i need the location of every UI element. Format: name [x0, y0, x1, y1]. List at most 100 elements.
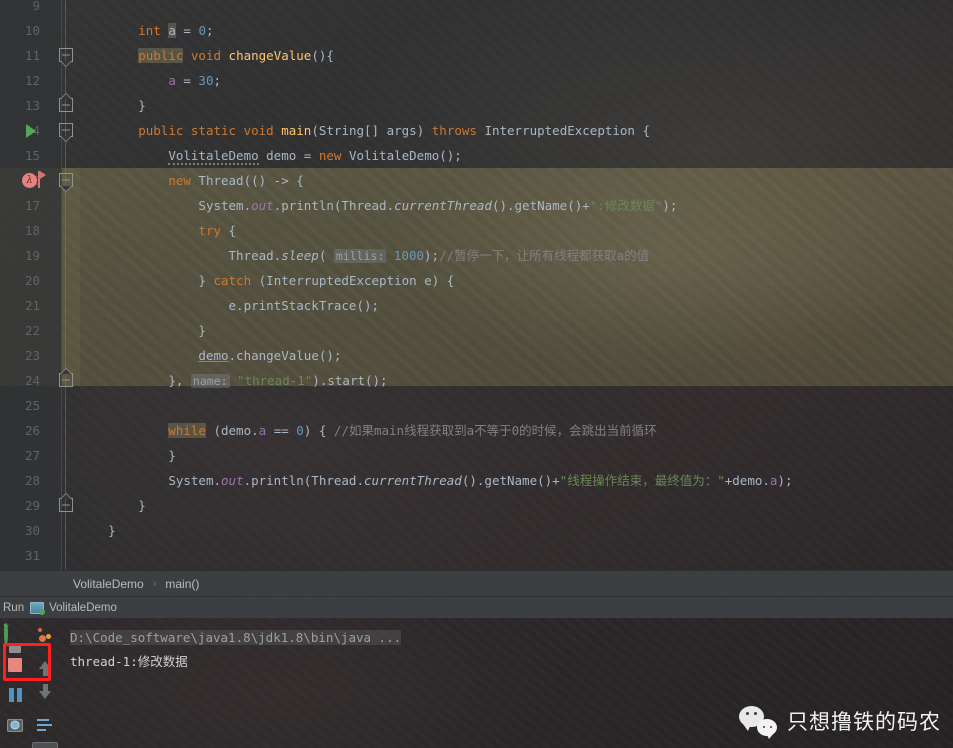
code-line[interactable]: 18 try { [0, 218, 953, 243]
code-text[interactable]: } [78, 93, 146, 118]
code-fold-marker[interactable] [59, 173, 73, 187]
code-line[interactable]: 26 while (demo.a == 0) { //如果main线程获取到a不… [0, 418, 953, 443]
code-token: (demo. [205, 423, 259, 438]
rerun-failed-tests-button[interactable] [30, 620, 60, 650]
code-line[interactable]: 22 } [0, 318, 953, 343]
run-configuration-name[interactable]: VolitaleDemo [49, 602, 117, 614]
code-line[interactable]: 29 } [0, 493, 953, 518]
code-text[interactable]: demo.changeValue(); [78, 343, 341, 368]
line-number: 13 [24, 98, 40, 113]
code-text[interactable]: } [78, 493, 146, 518]
code-line[interactable]: 25 [0, 393, 953, 418]
scroll-up-button[interactable] [30, 650, 60, 680]
code-editor[interactable]: 10 int a = 0; 11 public void changeValue(… [0, 0, 953, 570]
code-line[interactable]: 30 } [0, 518, 953, 543]
code-line[interactable]: 21 e.printStackTrace(); [0, 293, 953, 318]
code-text[interactable]: System.out.println(Thread.currentThread(… [78, 193, 677, 218]
breadcrumb-class[interactable]: VolitaleDemo [73, 577, 144, 591]
code-line[interactable]: 23 demo.changeValue(); [0, 343, 953, 368]
soft-wrap-icon [37, 718, 53, 732]
print-button[interactable] [32, 742, 58, 748]
code-line[interactable]: 17 System.out.println(Thread.currentThre… [0, 193, 953, 218]
code-text[interactable]: } catch (InterruptedException e) { [78, 268, 454, 293]
run-tab-label: Run [3, 601, 25, 614]
code-fold-marker[interactable] [59, 98, 73, 112]
lambda-gutter-icon[interactable]: λ [22, 173, 37, 188]
code-token: . [213, 473, 221, 488]
code-line[interactable]: 13 } [0, 93, 953, 118]
stop-button[interactable] [0, 650, 30, 680]
code-token: catch [213, 273, 252, 288]
code-fold-marker[interactable] [59, 123, 73, 137]
code-text[interactable]: VolitaleDemo demo = new VolitaleDemo(); [78, 143, 462, 168]
code-fold-marker[interactable] [59, 498, 73, 512]
line-number: 25 [24, 398, 40, 413]
code-line[interactable]: 14 public static void main(String[] args… [0, 118, 953, 143]
code-line[interactable]: 27 } [0, 443, 953, 468]
export-button[interactable] [0, 740, 30, 748]
code-line[interactable]: 20 } catch (InterruptedException e) { [0, 268, 953, 293]
code-token: a [168, 23, 176, 38]
code-line[interactable]: 15 VolitaleDemo demo = new VolitaleDemo(… [0, 143, 953, 168]
code-token: currentThread [364, 473, 462, 488]
dump-threads-button[interactable] [0, 710, 30, 740]
code-line[interactable]: 12 a = 30; [0, 68, 953, 93]
code-token: ); [424, 248, 440, 263]
line-number: 15 [24, 148, 40, 163]
code-text[interactable]: a = 30; [78, 68, 221, 93]
code-token: static [190, 123, 237, 138]
scroll-down-button[interactable] [30, 680, 60, 710]
breadcrumb[interactable]: VolitaleDemo › main() [0, 570, 953, 596]
code-line[interactable]: 24 }, name: "thread-1").start(); [0, 368, 953, 393]
code-lines-container[interactable]: 10 int a = 0; 11 public void changeValue(… [0, 0, 953, 570]
watermark-text: 只想撸铁的码农 [787, 710, 941, 734]
code-token: //如果main线程获取到a不等于0的时候，会跳出当前循环 [333, 423, 657, 438]
code-text[interactable]: try { [78, 218, 236, 243]
code-text[interactable]: } [78, 443, 176, 468]
code-token: void [190, 48, 222, 63]
code-line[interactable]: 19 Thread.sleep( millis: 1000);//暂停一下，让所… [0, 243, 953, 268]
code-line[interactable]: 28 System.out.println(Thread.currentThre… [0, 468, 953, 493]
code-text[interactable]: new Thread(() -> { [78, 168, 303, 193]
code-token: ().getName()+ [461, 473, 560, 488]
run-toolbar[interactable] [0, 618, 62, 748]
code-fold-marker[interactable] [59, 48, 73, 62]
code-token: "thread-1" [237, 373, 313, 388]
code-token: = [175, 73, 199, 88]
run-tool-window-header[interactable]: Run VolitaleDemo [0, 597, 953, 618]
code-token: } [108, 523, 116, 538]
run-configuration-icon [30, 601, 46, 615]
code-text[interactable]: } [78, 518, 116, 543]
pause-output-button[interactable] [0, 680, 30, 710]
code-text[interactable]: int a = 0; [78, 18, 214, 43]
code-token: InterruptedException { [476, 123, 651, 138]
code-text[interactable]: System.out.println(Thread.currentThread(… [78, 468, 792, 493]
code-token: currentThread [394, 198, 492, 213]
run-method-icon[interactable] [26, 124, 36, 138]
code-text[interactable]: public static void main(String[] args) t… [78, 118, 650, 143]
rerun-icon [4, 622, 26, 653]
code-text[interactable]: Thread.sleep( millis: 1000);//暂停一下，让所有线程… [78, 243, 649, 269]
code-text[interactable]: e.printStackTrace(); [78, 293, 380, 318]
code-token: = [175, 23, 199, 38]
code-line[interactable]: 10 int a = 0; [0, 18, 953, 43]
code-token: VolitaleDemo(); [341, 148, 462, 163]
code-token: 1000 [393, 248, 425, 263]
console-line: D:\Code_software\java1.8\jdk1.8\bin\java… [70, 626, 953, 650]
code-text[interactable]: }, name: "thread-1").start(); [78, 368, 388, 394]
code-token: 0 [198, 23, 206, 38]
code-line[interactable]: 31 [0, 543, 953, 568]
rerun-button[interactable] [0, 620, 30, 653]
code-text[interactable]: public void changeValue(){ [78, 43, 334, 68]
code-line[interactable]: 16λ new Thread(() -> { [0, 168, 953, 193]
breadcrumb-method[interactable]: main() [165, 577, 199, 591]
code-fold-marker[interactable] [59, 373, 73, 387]
code-line[interactable]: 9 [0, 0, 953, 18]
soft-wrap-button[interactable] [30, 710, 60, 740]
code-text[interactable]: } [78, 318, 206, 343]
watermark: 只想撸铁的码农 [739, 706, 941, 739]
code-line[interactable]: 11 public void changeValue(){ [0, 43, 953, 68]
line-number: 27 [24, 448, 40, 463]
code-text[interactable]: while (demo.a == 0) { //如果main线程获取到a不等于0… [78, 418, 657, 443]
